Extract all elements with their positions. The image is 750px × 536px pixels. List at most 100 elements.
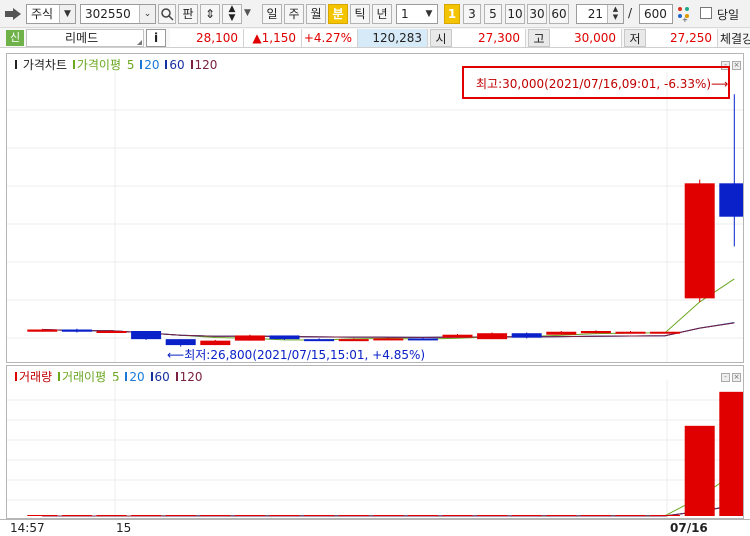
high-annotation-box: 최고:30,000(2021/07/16,09:01, -6.33%)⟶ [462, 66, 730, 99]
price-change: ▲1,150 [244, 29, 302, 47]
high-annotation: 최고:30,000(2021/07/16,09:01, -6.33%)⟶ [476, 77, 729, 91]
sort-icon[interactable]: ⇕ [200, 4, 220, 24]
today-label: 당일 [717, 8, 740, 22]
candle-body [234, 335, 265, 341]
ma5-line [42, 278, 735, 341]
candle-body [580, 330, 611, 334]
minute-10-button[interactable]: 10 [505, 4, 525, 24]
volume-bar [61, 515, 92, 516]
stepper-icon[interactable]: ▲ ▼ [222, 4, 242, 24]
candle-body [27, 329, 58, 332]
total-count-input[interactable]: 600 [639, 4, 673, 24]
search-button[interactable] [158, 4, 176, 24]
count-separator: / [628, 6, 633, 20]
chevron-down-icon: ⌄ [139, 5, 155, 23]
x-axis: 14:57 15 07/16 [0, 519, 750, 536]
open-label: 시 [430, 29, 452, 47]
board-button[interactable]: 판 [178, 4, 198, 24]
open-price: 27,300 [452, 29, 526, 47]
candle-body [338, 339, 369, 342]
volume-bar [477, 515, 508, 516]
volume-bar [200, 515, 231, 516]
volume-bar [615, 515, 646, 516]
navigate-arrow-icon[interactable] [4, 6, 24, 22]
tab-year[interactable]: 년 [372, 4, 392, 24]
svg-text:+: + [682, 16, 688, 23]
volume-bar [373, 515, 404, 516]
price-chart-pane[interactable]: 가격차트 가격이평 5 20 60 120 - × 최고:30,000(2021/… [6, 53, 744, 363]
change-percent: +4.27% [302, 29, 358, 47]
minute-3-button[interactable]: 3 [463, 4, 481, 24]
low-annotation: ⟵최저:26,800(2021/07/15,15:01, +4.85%) [167, 348, 426, 362]
x-axis-label: 07/16 [670, 521, 708, 535]
candle-body [165, 339, 196, 346]
volume-chart-svg [7, 380, 743, 518]
candle-body [304, 339, 335, 342]
volume-bar [407, 515, 438, 516]
volume-bar [27, 515, 58, 516]
chevron-down-icon: ▼ [59, 5, 75, 23]
candle-body [684, 183, 715, 299]
candle-body [269, 335, 300, 340]
candle-body [131, 330, 162, 340]
volume-bar [546, 515, 577, 516]
candle-body [442, 334, 473, 338]
chevron-down-icon: ▼ [421, 5, 437, 23]
total-count-value: 600 [644, 7, 667, 21]
candle-body [373, 338, 404, 341]
candle-body [650, 331, 681, 334]
interval-value: 1 [401, 7, 409, 21]
current-price: 28,100 [170, 29, 244, 47]
stock-name-field[interactable]: 리메드 [26, 29, 144, 47]
candle-body [477, 333, 508, 340]
x-axis-label: 14:57 [10, 521, 45, 535]
volume-bar [234, 515, 265, 516]
minute-5-button[interactable]: 5 [484, 4, 502, 24]
stock-code-input[interactable]: 302550 ⌄ [80, 4, 156, 24]
interval-select[interactable]: 1 ▼ [396, 4, 438, 24]
info-button[interactable]: i [146, 29, 166, 47]
volume-chart-pane[interactable]: 거래량 거래이평 5 20 60 120 - × [6, 365, 744, 519]
volume-bar [580, 515, 611, 516]
candle-body [96, 330, 127, 333]
candle-body [200, 340, 231, 346]
quote-bar: 신 리메드 i 28,100 ▲1,150 +4.27% 120,283 시 2… [0, 28, 750, 48]
minute-1-button[interactable]: 1 [444, 4, 460, 24]
volume-bar [269, 515, 300, 516]
minute-60-button[interactable]: 60 [549, 4, 569, 24]
volume-bar [511, 515, 542, 516]
tab-month[interactable]: 월 [306, 4, 326, 24]
minute-30-button[interactable]: 30 [527, 4, 547, 24]
chart-toolbar: 주식 ▼ 302550 ⌄ 판 ⇕ ▲ ▼ ▼ 일 주 월 분 틱 년 1 ▼ 1… [0, 0, 750, 28]
settings-grid-icon[interactable]: + [676, 5, 692, 26]
count-value: 21 [587, 7, 603, 21]
volume-bar [684, 425, 715, 516]
stepper-arrows-icon: ▲ ▼ [607, 5, 623, 23]
volume-ma60-line [42, 505, 735, 517]
dropdown-arrow-icon[interactable]: ▼ [244, 8, 251, 18]
corner-mark-icon [137, 40, 142, 45]
tab-day[interactable]: 일 [262, 4, 282, 24]
count-stepper[interactable]: 21 ▲ ▼ [576, 4, 624, 24]
high-price: 30,000 [550, 29, 622, 47]
volume-ma5-line [42, 472, 735, 517]
search-icon [161, 8, 174, 21]
candle-body [511, 333, 542, 338]
tab-minute[interactable]: 분 [328, 4, 348, 24]
tab-tick[interactable]: 틱 [350, 4, 370, 24]
candle-body [546, 331, 577, 335]
today-checkbox[interactable] [700, 7, 712, 19]
low-price: 27,250 [646, 29, 718, 47]
market-type-select[interactable]: 주식 ▼ [26, 4, 76, 24]
volume-bar [96, 515, 127, 516]
volume-bar [304, 515, 335, 516]
tab-week[interactable]: 주 [284, 4, 304, 24]
volume-bar [650, 515, 681, 516]
volume-value: 120,283 [358, 29, 428, 47]
strength-label: 체결강 [720, 32, 750, 46]
volume-ma20-line [42, 504, 735, 517]
stock-code-value: 302550 [85, 7, 131, 21]
volume-bar [719, 391, 743, 516]
volume-ma120-line [42, 505, 735, 517]
candle-body [407, 338, 438, 341]
